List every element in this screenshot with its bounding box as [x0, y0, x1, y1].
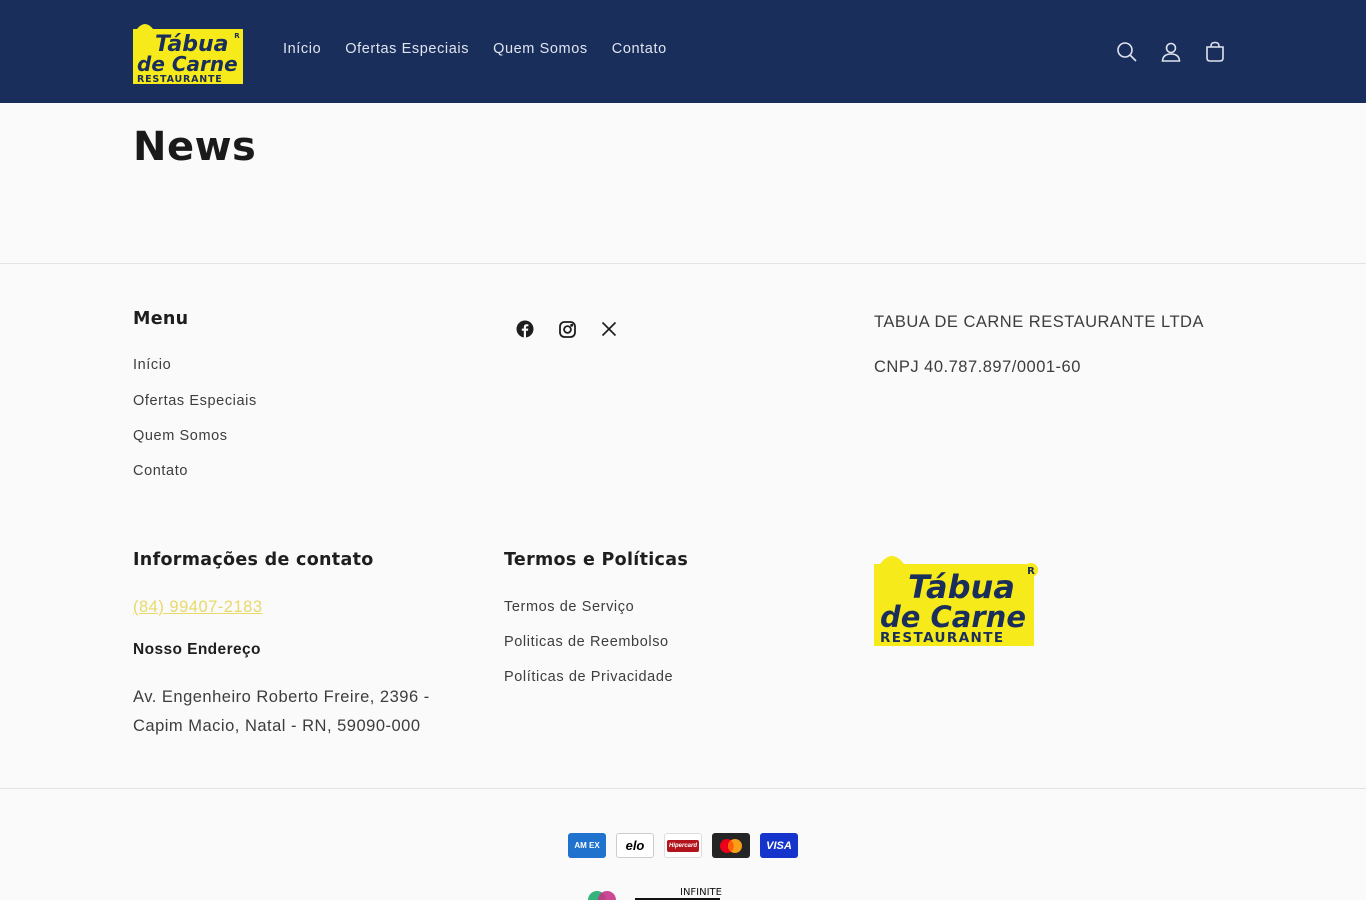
footer-logo: R Tábua de Carne RESTAURANTE [874, 548, 1040, 651]
svg-text:R: R [234, 32, 240, 40]
page-title: News [133, 124, 257, 170]
tabua-de-carne-logo-icon: R Tábua de Carne RESTAURANTE [133, 24, 243, 84]
contact-phone-link[interactable]: (84) 99407-2183 [133, 598, 263, 617]
footer-menu-link-quem-somos[interactable]: Quem Somos [133, 428, 228, 444]
mastercard-icon [712, 833, 750, 858]
x-icon[interactable] [598, 318, 620, 340]
svg-text:R: R [1027, 566, 1035, 577]
footer-menu-link-inicio[interactable]: Início [133, 357, 171, 373]
policy-link-privacy[interactable]: Políticas de Privacidade [504, 669, 673, 685]
policy-link-refund[interactable]: Politicas de Reembolso [504, 634, 669, 650]
header-actions [1113, 38, 1245, 66]
footer-bottom-divider [0, 788, 1366, 789]
header-logo[interactable]: R Tábua de Carne RESTAURANTE [133, 19, 243, 84]
visa-icon: VISA [760, 833, 798, 858]
footer-menu-link-ofertas[interactable]: Ofertas Especiais [133, 393, 257, 409]
contact-heading: Informações de contato [133, 550, 374, 570]
policies-heading: Termos e Políticas [504, 550, 689, 570]
hipercard-icon: Hipercard [664, 833, 702, 858]
amex-icon: AM EX [568, 833, 606, 858]
svg-text:RESTAURANTE: RESTAURANTE [880, 630, 1004, 646]
tabua-de-carne-logo-icon: R Tábua de Carne RESTAURANTE [874, 556, 1038, 646]
footer-menu-heading: Menu [133, 309, 189, 329]
address-label: Nosso Endereço [133, 641, 261, 658]
facebook-icon[interactable] [514, 318, 536, 340]
company-name: TABUA DE CARNE RESTAURANTE LTDA [874, 313, 1204, 331]
main-nav: Início Ofertas Especiais Quem Somos Cont… [283, 41, 691, 57]
svg-text:de Carne: de Carne [880, 600, 1026, 634]
nav-item-inicio[interactable]: Início [283, 41, 321, 57]
elo-icon: elo [616, 833, 654, 858]
policy-link-terms[interactable]: Termos de Serviço [504, 599, 634, 615]
address-text: Av. Engenheiro Roberto Freire, 2396 - Ca… [133, 688, 430, 735]
account-icon[interactable] [1157, 38, 1185, 66]
svg-text:RESTAURANTE: RESTAURANTE [137, 74, 223, 84]
nav-item-contato[interactable]: Contato [612, 41, 667, 57]
partner-badge: INFINITE [583, 884, 723, 900]
nav-item-quem-somos[interactable]: Quem Somos [493, 41, 588, 57]
instagram-icon[interactable] [556, 318, 578, 340]
social-links [514, 318, 640, 340]
cart-icon[interactable] [1201, 38, 1229, 66]
svg-text:de Carne: de Carne [137, 52, 238, 76]
search-icon[interactable] [1113, 38, 1141, 66]
footer-menu-link-contato[interactable]: Contato [133, 463, 188, 479]
nav-item-ofertas[interactable]: Ofertas Especiais [345, 41, 469, 57]
svg-text:INFINITE: INFINITE [680, 887, 722, 898]
site-header: R Tábua de Carne RESTAURANTE Início Ofer… [0, 0, 1366, 103]
payment-methods: AM EX elo Hipercard VISA [568, 833, 808, 858]
company-cnpj: CNPJ 40.787.897/0001-60 [874, 358, 1081, 376]
footer-top-divider [0, 263, 1366, 264]
